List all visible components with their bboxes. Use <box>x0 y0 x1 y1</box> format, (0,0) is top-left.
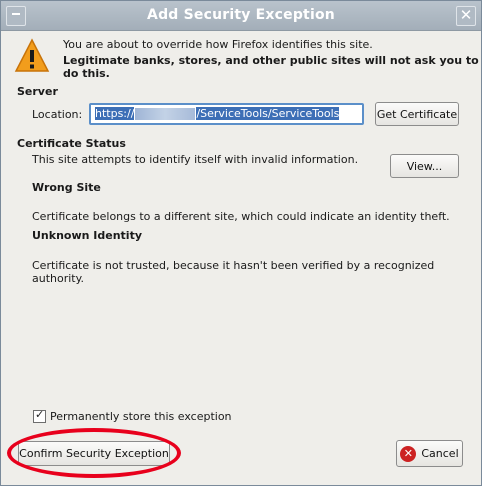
confirm-security-exception-button[interactable]: Confirm Security Exception <box>18 441 170 466</box>
close-icon[interactable]: ✕ <box>456 6 476 26</box>
issue-text: Certificate is not trusted, because it h… <box>32 259 435 285</box>
issue-title: Wrong Site <box>32 181 101 194</box>
title-bar: Add Security Exception ✕ <box>1 1 481 31</box>
certificate-status-heading: Certificate Status <box>17 137 126 150</box>
intro-text: You are about to override how Firefox id… <box>63 38 373 51</box>
cancel-button[interactable]: ✕ Cancel <box>396 440 463 467</box>
store-exception-label[interactable]: Permanently store this exception <box>50 410 232 423</box>
issue-text: Certificate belongs to a different site,… <box>32 210 450 223</box>
redacted-host <box>135 108 196 120</box>
confirm-label: Confirm Security Exception <box>19 447 169 460</box>
window-title: Add Security Exception <box>147 7 335 23</box>
dialog-window: Add Security Exception ✕ You are about t… <box>0 0 482 486</box>
status-description: This site attempts to identify itself wi… <box>32 153 359 166</box>
server-heading: Server <box>17 85 58 98</box>
location-prefix: https:// <box>95 107 135 120</box>
get-certificate-button[interactable]: Get Certificate <box>375 102 459 126</box>
intro-warning-text: Legitimate banks, stores, and other publ… <box>63 54 479 80</box>
view-label: View... <box>406 159 443 173</box>
location-field[interactable]: https:// /ServiceTools/ServiceTools <box>89 103 364 125</box>
cancel-label: Cancel <box>421 447 459 460</box>
get-certificate-label: Get Certificate <box>376 107 458 121</box>
location-suffix: /ServiceTools/ServiceTools <box>196 107 340 120</box>
warning-triangle-icon <box>14 38 50 72</box>
cancel-icon: ✕ <box>400 445 417 462</box>
view-button[interactable]: View... <box>390 154 459 178</box>
issue-title: Unknown Identity <box>32 229 143 242</box>
store-exception-checkbox[interactable] <box>33 408 46 423</box>
location-label: Location: <box>32 108 83 121</box>
